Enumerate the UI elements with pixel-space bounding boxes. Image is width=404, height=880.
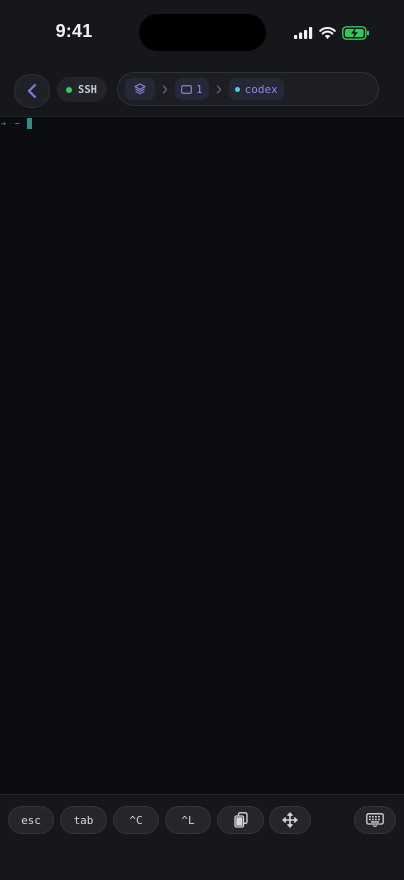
prompt-symbol: → (1, 118, 6, 128)
move-cursor-button[interactable] (269, 806, 311, 834)
breadcrumb-pane[interactable]: codex (228, 78, 284, 100)
ctrl-c-key[interactable]: ^C (113, 806, 159, 834)
wifi-icon (319, 27, 336, 39)
back-button[interactable] (14, 74, 50, 108)
status-icons (288, 24, 370, 42)
window-icon (181, 84, 192, 94)
cellular-signal-icon (294, 27, 313, 39)
terminal-view[interactable]: → ~ (0, 117, 404, 794)
chevron-right-icon (216, 84, 221, 94)
esc-key[interactable]: esc (8, 806, 54, 834)
clipboard-icon (233, 812, 248, 828)
prompt-cwd: ~ (14, 118, 20, 128)
chevron-right-icon (162, 84, 168, 94)
connection-status-dot (66, 86, 72, 93)
tab-key[interactable]: tab (60, 806, 107, 834)
status-bar: 9:41 (0, 0, 404, 66)
breadcrumb-pane-label: codex (244, 82, 278, 96)
breadcrumb-window[interactable]: 1 (175, 78, 209, 100)
pane-status-dot (234, 86, 240, 92)
status-time: 9:41 (55, 21, 93, 41)
terminal-app-screen: 9:41 SSH 1 codex → ~ esc tab ^C ^L (0, 0, 404, 880)
dynamic-island (139, 14, 266, 51)
chevron-left-icon (27, 83, 37, 99)
ctrl-l-key[interactable]: ^L (165, 806, 211, 834)
paste-button[interactable] (217, 806, 264, 834)
terminal-cursor (26, 117, 32, 129)
battery-charging-icon (342, 26, 370, 40)
keyboard-icon (366, 813, 384, 827)
move-arrows-icon (282, 812, 298, 828)
layers-icon (134, 83, 146, 95)
connection-status-badge[interactable]: SSH (57, 77, 107, 102)
breadcrumb-window-label: 1 (196, 82, 203, 96)
navigation-bar: SSH 1 codex (0, 66, 404, 117)
keyboard-accessory-bar: esc tab ^C ^L (0, 794, 404, 880)
breadcrumb-separator (155, 84, 175, 94)
breadcrumb-session[interactable] (125, 78, 155, 100)
connection-type-label: SSH (78, 83, 97, 96)
keyboard-toggle-button[interactable] (354, 806, 396, 834)
breadcrumb-separator (209, 84, 229, 94)
prompt-line: → ~ (1, 117, 32, 129)
tmux-breadcrumb: 1 codex (117, 72, 379, 106)
